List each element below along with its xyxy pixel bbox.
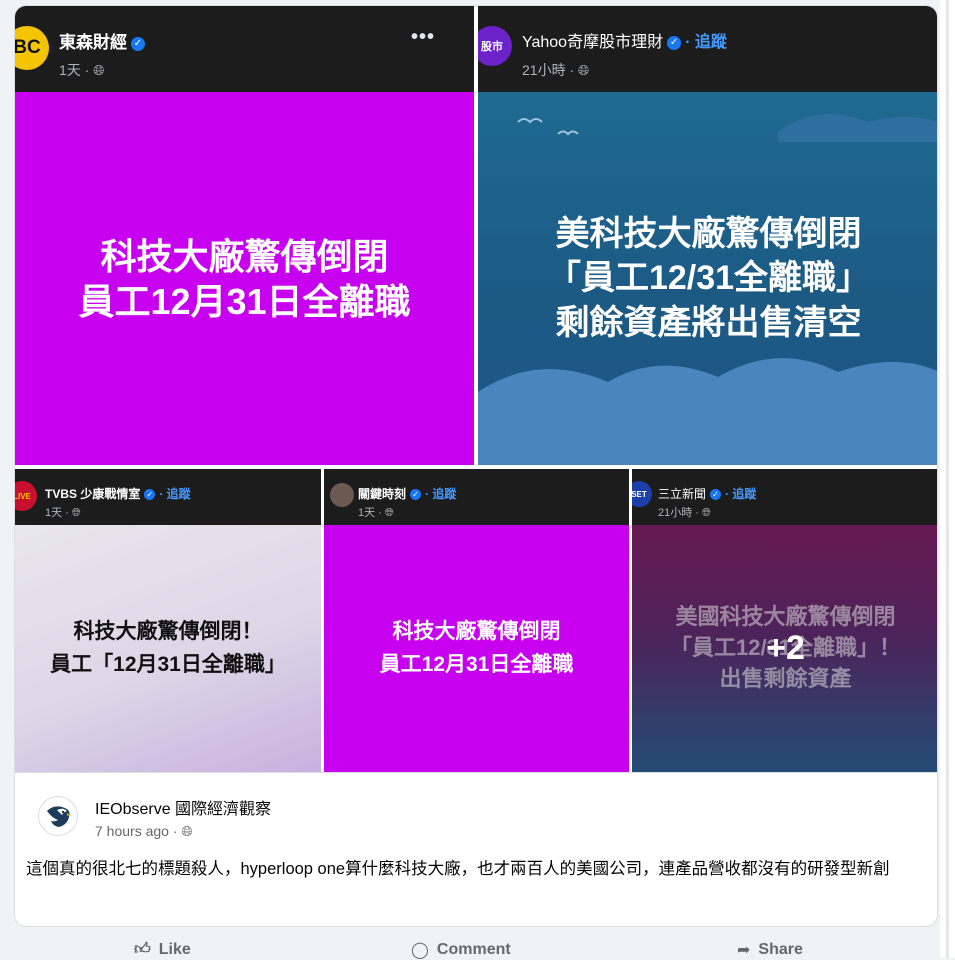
post-card: BC 東森財經 ✓ 1天 · 🌐︎ ••• 科技大廠驚傳倒閉 員工12月31日全離… (14, 5, 938, 927)
timestamp: 21小時 · (658, 507, 703, 519)
headline-area: 科技大廠驚傳倒閉 員工12月31日全離職 (15, 92, 474, 465)
photo-tile-1[interactable]: BC 東森財經 ✓ 1天 · 🌐︎ ••• 科技大廠驚傳倒閉 員工12月31日全離… (15, 6, 474, 465)
tvbs-logo: LIVE (15, 481, 37, 511)
globe-icon: 🌐︎ (71, 507, 81, 519)
tile-header: LIVE TVBS 少康戰情室✓· 追蹤 1天 · 🌐︎ (15, 469, 321, 525)
set-news-logo: SET (632, 481, 652, 507)
verified-icon: ✓ (410, 489, 422, 501)
eagle-logo-icon (47, 806, 71, 827)
thumbs-up-icon: 👍︎ (134, 941, 151, 958)
verified-icon: ✓ (144, 489, 156, 501)
tile-header: 股市 Yahoo奇摩股市理財 ✓ · 追蹤 21小時 · 🌐︎ (478, 6, 937, 92)
author-avatar[interactable] (38, 796, 78, 836)
comment-button[interactable]: ◯ Comment (411, 940, 511, 960)
tile-header: 關鍵時刻 ✓ · 追蹤 1天 · 🌐︎ (324, 469, 629, 525)
source-name: Yahoo奇摩股市理財 (522, 34, 664, 51)
post-text: 這個真的很北七的標題殺人，hyperloop one算什麼科技大廠，也才兩百人的… (26, 860, 890, 878)
like-button[interactable]: 👍︎ Like (134, 940, 191, 959)
globe-icon: 🌐︎ (384, 507, 394, 519)
verified-icon: ✓ (667, 35, 682, 50)
program-avatar (330, 483, 354, 507)
photo-tile-2[interactable]: 股市 Yahoo奇摩股市理財 ✓ · 追蹤 21小時 · 🌐︎ 美科技大廠驚傳倒閉 … (478, 6, 937, 465)
source-name: TVBS 少康戰情室 (45, 487, 141, 501)
tile-header: SET 三立新聞 ✓ · 追蹤 21小時 · 🌐︎ (632, 469, 937, 525)
author-name[interactable]: IEObserve 國際經濟觀察 (95, 795, 271, 819)
globe-icon: 🌐︎ (702, 507, 711, 519)
more-options-icon[interactable]: ••• (411, 26, 435, 49)
headline: 美科技大廠驚傳倒閉 「員工12/31全離職」 剩餘資產將出售清空 (546, 215, 871, 342)
shared-post: IEObserve 國際經濟觀察 7 hours ago · 🌐︎ 這個真的很北… (15, 772, 937, 926)
photo-tile-3[interactable]: LIVE TVBS 少康戰情室✓· 追蹤 1天 · 🌐︎ 科技大廠驚傳倒閉！ 員… (15, 469, 321, 772)
post-timestamp[interactable]: 7 hours ago · 🌐︎ (95, 823, 193, 840)
more-photos-overlay[interactable]: +2 (632, 525, 937, 772)
timestamp: 21小時 · (522, 62, 579, 78)
timestamp: 1天 · (59, 62, 94, 78)
share-button[interactable]: ➦ Share (737, 940, 803, 960)
globe-icon: 🌐︎ (181, 823, 193, 839)
page-scrollbar[interactable] (940, 0, 955, 958)
timestamp: 1天 · (45, 507, 72, 519)
photo-tile-4[interactable]: 關鍵時刻 ✓ · 追蹤 1天 · 🌐︎ 科技大廠驚傳倒閉 員工12月31日全離職 (324, 469, 629, 772)
timestamp: 1天 · (358, 507, 385, 519)
globe-icon: 🌐︎ (93, 62, 105, 78)
ebc-logo: BC (15, 26, 49, 70)
source-name: 關鍵時刻 (358, 487, 407, 501)
headline-area: 美科技大廠驚傳倒閉 「員工12/31全離職」 剩餘資產將出售清空 (478, 92, 937, 465)
share-icon: ➦ (737, 942, 751, 959)
follow-link[interactable]: · 追蹤 (159, 487, 190, 501)
tile-header: BC 東森財經 ✓ 1天 · 🌐︎ ••• (15, 6, 474, 92)
headline: 科技大廠驚傳倒閉 員工12月31日全離職 (379, 619, 574, 676)
globe-icon: 🌐︎ (578, 62, 590, 78)
follow-link[interactable]: · 追蹤 (425, 487, 456, 501)
follow-link[interactable]: · 追蹤 (685, 34, 727, 51)
yahoo-logo: 股市 (478, 26, 512, 66)
post-actions: 👍︎ Like ◯ Comment ➦ Share (0, 938, 940, 960)
source-name: 三立新聞 (658, 487, 707, 501)
comment-icon: ◯ (411, 942, 429, 959)
source-name: 東森財經 (59, 33, 127, 52)
headline-area: 科技大廠驚傳倒閉 員工12月31日全離職 (324, 525, 629, 772)
headline: 科技大廠驚傳倒閉！ 員工「12月31日全離職」 (50, 619, 286, 676)
headline-area: 科技大廠驚傳倒閉！ 員工「12月31日全離職」 (15, 525, 321, 772)
verified-icon: ✓ (131, 36, 145, 51)
follow-link[interactable]: · 追蹤 (725, 487, 756, 501)
verified-icon: ✓ (710, 489, 722, 501)
headline: 科技大廠驚傳倒閉 員工12月31日全離職 (78, 235, 411, 322)
